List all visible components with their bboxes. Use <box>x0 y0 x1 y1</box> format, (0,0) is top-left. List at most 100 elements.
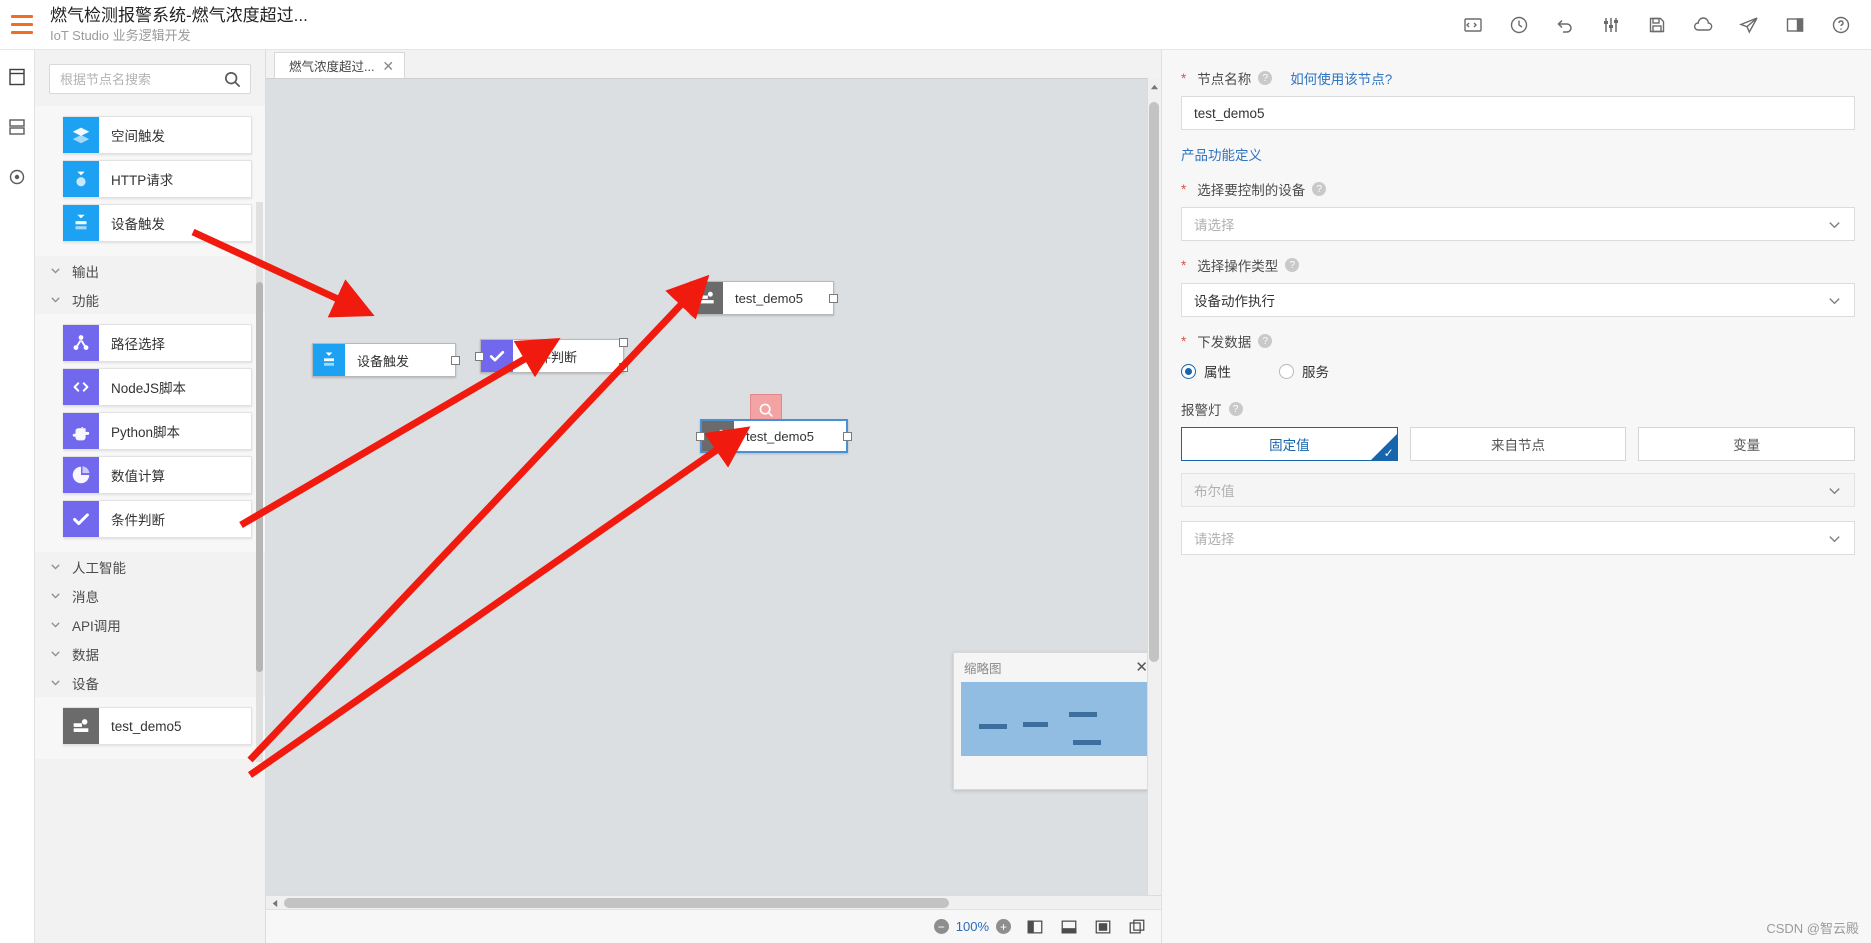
canvas-vertical-scroll-thumb[interactable] <box>1149 102 1159 662</box>
label-text: 报警灯 <box>1181 403 1222 418</box>
canvas-vertical-scrollbar[interactable] <box>1147 78 1161 898</box>
save-icon[interactable] <box>1645 13 1669 37</box>
node-input-port[interactable] <box>685 294 694 303</box>
node-output-port[interactable] <box>843 432 852 441</box>
node-output-port-false[interactable] <box>619 363 628 372</box>
device-trigger-node-icon <box>313 344 345 376</box>
palette-node-condition[interactable]: 条件判断 <box>63 500 252 538</box>
radio-property[interactable]: 属性 <box>1181 361 1231 381</box>
hamburger-icon[interactable] <box>2 0 42 50</box>
title-block: 燃气检测报警系统-燃气浓度超过... IoT Studio 业务逻辑开发 <box>50 5 308 45</box>
canvas-horizontal-scroll-thumb[interactable] <box>284 898 949 908</box>
flow-node-condition[interactable]: 条件判断 <box>475 338 628 373</box>
palette-scrollbar[interactable] <box>255 202 265 762</box>
deploy-cloud-icon[interactable] <box>1691 13 1715 37</box>
palette-search-wrap <box>35 50 265 104</box>
alarm-light-label: 报警灯 ? <box>1181 399 1855 419</box>
field-node-name: * 节点名称 ? 如何使用该节点? test_demo5 <box>1181 68 1855 130</box>
value-dropdown-value: 请选择 <box>1194 532 1235 547</box>
help-icon[interactable] <box>1829 13 1853 37</box>
help-icon[interactable]: ? <box>1228 402 1243 416</box>
help-icon[interactable]: ? <box>1312 182 1327 196</box>
close-icon[interactable]: ✕ <box>382 59 394 73</box>
panel-toggle-icon[interactable] <box>1783 13 1807 37</box>
chevron-down-icon <box>49 264 62 277</box>
label-text: 节点名称 <box>1197 72 1252 87</box>
target-icon[interactable] <box>4 164 30 190</box>
flow-canvas[interactable]: 设备触发 条件判断 test_demo5 test_demo5 缩略图 ✕ <box>266 78 1161 898</box>
node-output-port-true[interactable] <box>619 338 628 347</box>
node-name-input[interactable]: test_demo5 <box>1181 96 1855 130</box>
scroll-up-icon[interactable] <box>1148 80 1160 94</box>
minimap-body[interactable] <box>961 682 1151 756</box>
operation-type-label: * 选择操作类型 ? <box>1181 255 1855 275</box>
send-data-radio-group: 属性 服务 <box>1181 361 1855 381</box>
palette-node-test-demo5[interactable]: test_demo5 <box>63 707 252 745</box>
value-dropdown[interactable]: 请选择 <box>1181 521 1855 555</box>
layout-stack-icon[interactable] <box>1127 917 1147 937</box>
segment-from-node[interactable]: 来自节点 <box>1409 427 1627 461</box>
flow-node-device-action-1[interactable]: test_demo5 <box>685 281 838 315</box>
radio-dot <box>1279 363 1294 379</box>
palette-node-http-request[interactable]: HTTP请求 <box>63 160 252 198</box>
flow-node-device-trigger[interactable]: 设备触发 <box>312 343 460 377</box>
node-output-port[interactable] <box>829 294 838 303</box>
product-definition-link[interactable]: 产品功能定义 <box>1181 148 1262 163</box>
code-icon[interactable] <box>1461 13 1485 37</box>
palette-group-triggers: 空间触发 HTTP请求 设备触发 <box>35 106 265 256</box>
search-input[interactable] <box>50 71 250 87</box>
value-type-dropdown[interactable]: 布尔值 <box>1181 473 1855 507</box>
search-icon[interactable] <box>223 70 242 94</box>
node-input-port[interactable] <box>475 352 484 361</box>
help-icon[interactable]: ? <box>1258 334 1273 348</box>
node-input-port[interactable] <box>696 432 705 441</box>
undo-icon[interactable] <box>1553 13 1577 37</box>
minimap-header: 缩略图 ✕ <box>954 653 1156 681</box>
palette-node-space-trigger[interactable]: 空间触发 <box>63 116 252 154</box>
palette-category-output[interactable]: 输出 <box>35 256 265 285</box>
palette-scrollbar-thumb[interactable] <box>256 282 263 672</box>
settings-sliders-icon[interactable] <box>1599 13 1623 37</box>
palette-category-function[interactable]: 功能 <box>35 285 265 314</box>
palette-category-label: 人工智能 <box>72 560 126 576</box>
history-icon[interactable] <box>1507 13 1531 37</box>
flow-node-label: test_demo5 <box>746 428 814 444</box>
minimap-panel[interactable]: 缩略图 ✕ <box>953 652 1157 790</box>
scroll-left-icon[interactable] <box>268 897 280 909</box>
help-icon[interactable]: ? <box>1285 258 1300 272</box>
palette-node-numeric-calc[interactable]: 数值计算 <box>63 456 252 494</box>
radio-service[interactable]: 服务 <box>1279 361 1329 381</box>
publish-send-icon[interactable] <box>1737 13 1761 37</box>
operation-type-dropdown[interactable]: 设备动作执行 <box>1181 283 1855 317</box>
chevron-down-icon <box>1827 293 1842 308</box>
pages-icon[interactable] <box>4 64 30 90</box>
tab-flow[interactable]: 燃气浓度超过... ✕ <box>274 52 406 78</box>
palette-category-message[interactable]: 消息 <box>35 581 265 610</box>
layout-left-icon[interactable] <box>1025 917 1045 937</box>
node-name-header: * 节点名称 ? 如何使用该节点? <box>1181 68 1855 88</box>
how-to-use-link[interactable]: 如何使用该节点? <box>1290 68 1392 88</box>
palette-node-label: Python脚本 <box>111 425 181 440</box>
canvas-horizontal-scrollbar[interactable] <box>266 895 1161 909</box>
zoom-in-icon[interactable]: + <box>996 919 1011 934</box>
search-box[interactable] <box>49 64 251 94</box>
palette-category-ai[interactable]: 人工智能 <box>35 552 265 581</box>
zoom-out-icon[interactable]: − <box>933 919 949 934</box>
palette-node-python-script[interactable]: Python脚本 <box>63 412 252 450</box>
palette-node-device-trigger[interactable]: 设备触发 <box>63 204 252 242</box>
layout-center-icon[interactable] <box>1093 917 1113 937</box>
layers-icon[interactable] <box>4 114 30 140</box>
palette-node-path-select[interactable]: 路径选择 <box>63 324 252 362</box>
required-marker: * <box>1181 181 1187 197</box>
palette-category-device[interactable]: 设备 <box>35 668 265 697</box>
palette-category-api[interactable]: API调用 <box>35 610 265 639</box>
segment-fixed-value[interactable]: 固定值 ✓ <box>1181 427 1398 461</box>
layout-bottom-icon[interactable] <box>1059 917 1079 937</box>
palette-node-nodejs-script[interactable]: NodeJS脚本 <box>63 368 252 406</box>
select-device-dropdown[interactable]: 请选择 <box>1181 207 1855 241</box>
segment-variable[interactable]: 变量 <box>1638 427 1856 461</box>
node-output-port[interactable] <box>451 356 460 365</box>
help-icon[interactable]: ? <box>1258 71 1273 85</box>
flow-node-device-action-2[interactable]: test_demo5 <box>696 419 852 453</box>
palette-category-data[interactable]: 数据 <box>35 639 265 668</box>
